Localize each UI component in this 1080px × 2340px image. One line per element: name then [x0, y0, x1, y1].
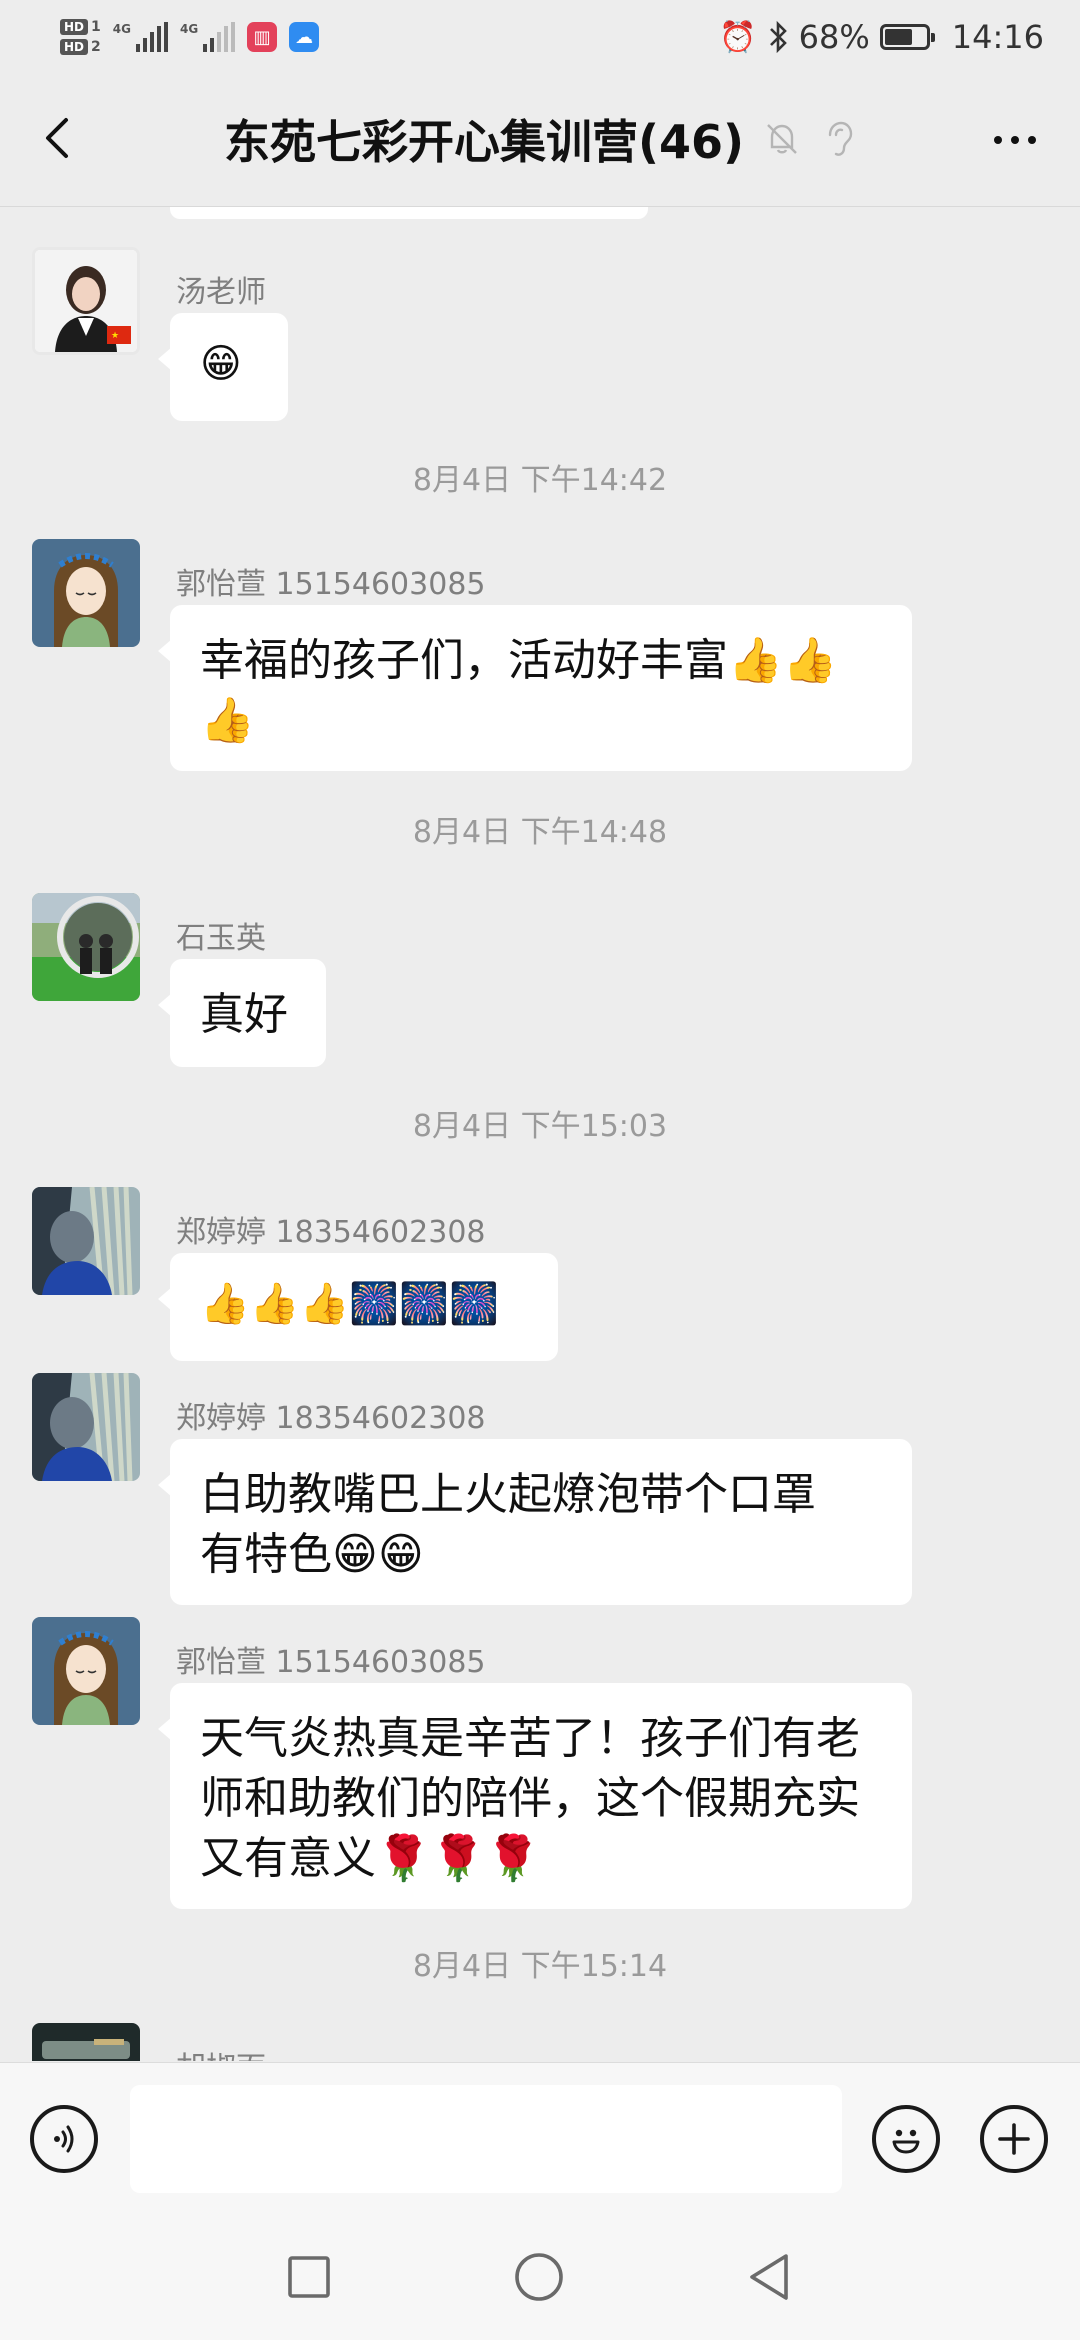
message-bubble[interactable]: 天气炎热真是辛苦了！孩子们有老 师和助教们的陪伴，这个假期充实 又有意义🌹🌹🌹	[158, 1683, 912, 1909]
message-bubble[interactable]: 白助教嘴巴上火起燎泡带个口罩 有特色😁😁	[158, 1439, 912, 1605]
avatar-image	[32, 2023, 140, 2061]
status-left: HD 1 HD 2 4G 4G ▥ ☁	[60, 8, 320, 66]
alarm-icon: ⏰	[719, 19, 757, 55]
emoji-icon	[892, 2129, 920, 2154]
message-text: 👍👍👍🎆🎆🎆	[200, 1281, 499, 1327]
bluetooth-icon	[769, 20, 787, 54]
voice-button[interactable]	[30, 2105, 98, 2173]
timestamp: 8月4日 下午15:03	[412, 1109, 668, 1144]
title-area: 东苑七彩开心集训营(46)	[0, 108, 1080, 170]
clock-time: 14:16	[951, 18, 1044, 56]
hd-indicators: HD 1 HD 2	[60, 19, 101, 55]
svg-text:★: ★	[111, 331, 119, 341]
message-text-line: 又有意义🌹🌹🌹	[200, 1833, 541, 1884]
ear-icon	[828, 121, 853, 156]
message-bubble[interactable]: 幸福的孩子们，活动好丰富👍👍 👍	[158, 605, 912, 771]
timestamp: 8月4日 下午14:48	[412, 815, 668, 850]
input-bar	[0, 2062, 1080, 2213]
more-dot	[994, 136, 1002, 144]
chat-title: 东苑七彩开心集训营(46)	[223, 115, 745, 169]
battery-percent: 68%	[798, 18, 870, 56]
recents-button[interactable]	[284, 2252, 334, 2302]
message-text-line: 白助教嘴巴上火起燎泡带个口罩	[200, 1469, 816, 1520]
avatar-image	[32, 893, 140, 1001]
message-bubble[interactable]: 👍👍👍🎆🎆🎆	[158, 1253, 558, 1361]
message-text-line: 天气炎热真是辛苦了！孩子们有老	[200, 1713, 860, 1764]
square-icon	[288, 2256, 330, 2298]
more-dot	[1028, 136, 1036, 144]
avatar[interactable]: ★	[32, 247, 140, 355]
sender-name: 胡椒面	[176, 2043, 266, 2061]
sender-name: 汤老师	[176, 275, 266, 310]
message-text-line: 👍	[200, 695, 255, 746]
plus-icon	[998, 2123, 1030, 2155]
message-text: 😁	[200, 341, 242, 387]
previous-message-bubble[interactable]	[170, 207, 648, 219]
battery-icon	[879, 24, 935, 50]
timestamp: 8月4日 下午15:14	[412, 1949, 668, 1984]
home-button[interactable]	[514, 2252, 564, 2302]
message-text-line: 师和助教们的陪伴，这个假期充实	[200, 1773, 860, 1824]
hd2-indicator: HD 2	[60, 39, 101, 55]
avatar-image	[32, 1617, 140, 1725]
more-dot	[1011, 136, 1019, 144]
plus-button[interactable]	[980, 2105, 1048, 2173]
avatar[interactable]	[32, 539, 140, 647]
book-app-icon: ▥	[247, 22, 278, 52]
voice-icon	[54, 2125, 74, 2153]
bell-off-icon	[767, 124, 797, 154]
status-right: ⏰ 68% 14:16	[719, 12, 1044, 62]
chat-header: 东苑七彩开心集训营(46)	[0, 70, 1080, 207]
avatar[interactable]	[32, 1187, 140, 1295]
status-bar: HD 1 HD 2 4G 4G ▥ ☁ ⏰ 68% 14:16	[0, 0, 1080, 70]
sender-name: 郑婷婷 18354602308	[176, 1401, 486, 1436]
avatar-image	[32, 539, 140, 647]
system-nav-bar	[0, 2212, 1080, 2340]
message-text-line: 幸福的孩子们，活动好丰富👍👍	[200, 635, 838, 686]
signal-1-icon: 4G	[113, 22, 168, 52]
message-text-line: 有特色😁😁	[200, 1529, 424, 1580]
message-bubble[interactable]: 😁	[158, 313, 288, 421]
avatar[interactable]	[32, 1373, 140, 1481]
message-text: 真好	[200, 989, 288, 1040]
emoji-button[interactable]	[872, 2105, 940, 2173]
more-button[interactable]	[980, 110, 1050, 170]
sender-name: 石玉英	[176, 921, 266, 956]
hd1-indicator: HD 1	[60, 19, 101, 35]
avatar[interactable]	[32, 893, 140, 1001]
avatar-image	[32, 1187, 140, 1295]
message-bubble[interactable]: 真好	[158, 959, 326, 1067]
avatar-image	[32, 1373, 140, 1481]
triangle-back-icon	[750, 2254, 788, 2300]
avatar[interactable]	[32, 2023, 140, 2061]
message-input[interactable]	[130, 2085, 842, 2193]
nav-back-button[interactable]	[744, 2252, 794, 2302]
avatar-image: ★	[35, 250, 137, 352]
timestamp: 8月4日 下午14:42	[412, 463, 668, 498]
avatar[interactable]	[32, 1617, 140, 1725]
sender-name: 郭怡萱 15154603085	[176, 1645, 486, 1680]
signal-2-icon: 4G	[180, 22, 236, 52]
sender-name: 郭怡萱 15154603085	[176, 567, 486, 602]
message-list[interactable]: ★ 汤老师 😁 8月4日 下午14:42 郭怡萱 15154603085 幸福的…	[0, 207, 1080, 2061]
circle-icon	[515, 2253, 563, 2301]
weather-app-icon: ☁	[289, 22, 320, 52]
sender-name: 郑婷婷 18354602308	[176, 1215, 486, 1250]
